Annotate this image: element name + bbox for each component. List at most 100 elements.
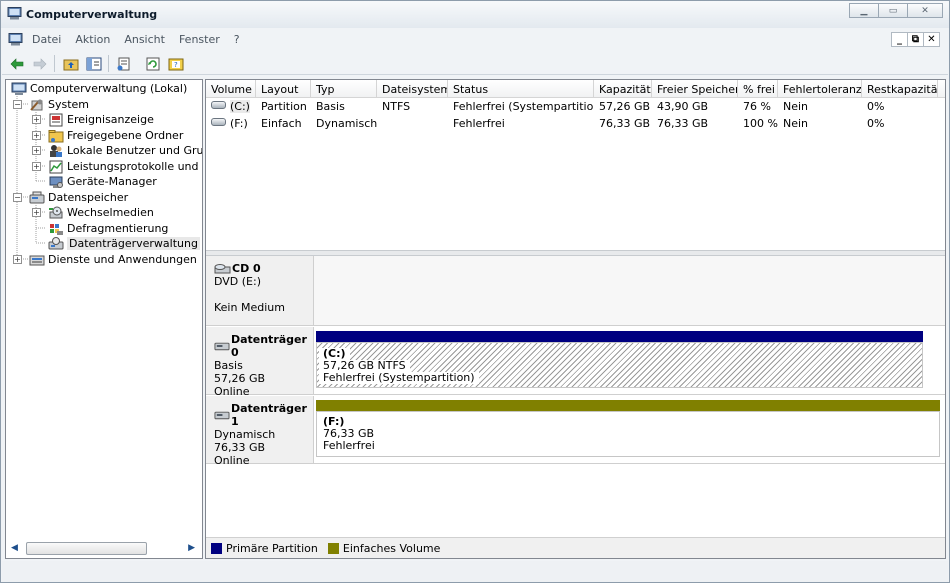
shared-folder-icon (48, 129, 64, 142)
volume-row[interactable]: (F:) Einfach Dynamisch Fehlerfrei 76,33 … (206, 115, 945, 131)
tree-item-label: Defragmentierung (67, 222, 169, 235)
fehlertoleranz-cell: Nein (783, 117, 809, 130)
window-title: Computerverwaltung (26, 8, 158, 21)
show-hide-tree-button[interactable] (85, 55, 103, 72)
partition-legend: Primäre Partition Einfaches Volume (206, 537, 945, 558)
refresh-icon (146, 57, 160, 70)
menu-fenster[interactable]: Fenster (179, 33, 220, 46)
close-icon: ✕ (927, 34, 936, 45)
document-computer-icon[interactable] (8, 33, 23, 46)
tree-item-root[interactable]: Computerverwaltung (Lokal) (11, 81, 187, 96)
status-bar (2, 561, 948, 582)
tree-item-wechselmedien[interactable]: Wechselmedien (48, 205, 154, 220)
menu-datei[interactable]: Datei (32, 33, 61, 46)
forward-arrow-icon (33, 57, 47, 70)
computer-management-icon (11, 82, 27, 95)
volume-name: (F:) (230, 117, 248, 130)
collapse-system-toggle[interactable]: − (13, 100, 22, 109)
column-header-volume[interactable]: Volume (206, 80, 256, 98)
storage-icon (29, 191, 45, 203)
column-header-typ[interactable]: Typ (311, 80, 377, 98)
menu-bar: Datei Aktion Ansicht Fenster ? _ ⧉ ✕ (2, 29, 948, 51)
restkapazitaet-cell: 0% (867, 117, 885, 130)
disk-row-cd0[interactable]: CD 0 DVD (E:) Kein Medium (206, 256, 945, 326)
up-level-button[interactable] (62, 55, 80, 72)
disk-row-disk0[interactable]: Datenträger 0 Basis 57,26 GB Online (C:)… (206, 327, 945, 398)
scroll-thumb[interactable] (26, 542, 147, 555)
tree-item-label: Computerverwaltung (Lokal) (30, 82, 188, 95)
app-window: Computerverwaltung ▁ ▭ ✕ Datei Aktion An… (0, 0, 950, 583)
disk-type: Dynamisch (214, 428, 276, 441)
tree-item-leistungsprotokolle[interactable]: Leistungsprotokolle und W (48, 159, 202, 174)
column-header-restkapazitaet[interactable]: Restkapazität (862, 80, 938, 98)
refresh-button[interactable] (144, 55, 162, 72)
help-button[interactable]: ? (167, 55, 185, 72)
tree-item-label: Datenträgerverwaltung (67, 237, 200, 250)
maximize-button[interactable]: ▭ (878, 3, 908, 18)
volume-row[interactable]: (C:) Partition Basis NTFS Fehlerfrei (Sy… (206, 98, 945, 114)
properties-icon (117, 57, 130, 70)
expand-leistung-toggle[interactable]: + (32, 162, 41, 171)
prozent-frei-cell: 100 % (743, 117, 778, 130)
tree-item-label: Leistungsprotokolle und W (67, 160, 202, 173)
column-header-layout[interactable]: Layout (256, 80, 311, 98)
tree-item-lokale-benutzer[interactable]: Lokale Benutzer und Grupp (48, 143, 202, 158)
tree-item-dienste[interactable]: Dienste und Anwendungen (29, 252, 197, 267)
collapse-datenspeicher-toggle[interactable]: − (13, 193, 22, 202)
disk-row-disk1[interactable]: Datenträger 1 Dynamisch 76,33 GB Online … (206, 396, 945, 467)
tree-item-datentraegerverwaltung[interactable]: Datenträgerverwaltung (48, 236, 200, 251)
child-minimize-button[interactable]: _ (891, 32, 908, 47)
disk-label-cd0[interactable]: CD 0 DVD (E:) Kein Medium (206, 256, 314, 325)
partition-c[interactable]: (C:) 57,26 GB NTFS Fehlerfrei (Systempar… (316, 342, 923, 388)
column-header-prozent-frei[interactable]: % frei (738, 80, 778, 98)
back-button[interactable] (8, 55, 26, 72)
partition-size: 76,33 GB (323, 427, 375, 440)
fehlertoleranz-cell: Nein (783, 100, 809, 113)
close-icon: ✕ (921, 5, 929, 16)
title-bar[interactable]: Computerverwaltung ▁ ▭ ✕ (1, 1, 949, 28)
disk-media-status: Kein Medium (214, 301, 285, 314)
tree-item-ereignisanzeige[interactable]: Ereignisanzeige (48, 112, 154, 127)
tree-item-datenspeicher[interactable]: Datenspeicher (29, 190, 128, 205)
disk-label-disk1[interactable]: Datenträger 1 Dynamisch 76,33 GB Online (206, 396, 314, 467)
child-restore-button[interactable]: ⧉ (907, 32, 924, 47)
disk-label-disk0[interactable]: Datenträger 0 Basis 57,26 GB Online (206, 327, 314, 398)
menu-ansicht[interactable]: Ansicht (124, 33, 165, 46)
tree-item-label: Datenspeicher (48, 191, 129, 204)
tree-item-system[interactable]: System (29, 97, 89, 112)
disk-region-disk1: (F:) 76,33 GB Fehlerfrei (314, 396, 945, 463)
tree-item-freigegebene-ordner[interactable]: Freigegebene Ordner (48, 128, 183, 143)
hard-disk-icon (214, 342, 230, 351)
partition-f[interactable]: (F:) 76,33 GB Fehlerfrei (316, 411, 940, 457)
menu-aktion[interactable]: Aktion (75, 33, 110, 46)
tree-item-defragmentierung[interactable]: Defragmentierung (48, 221, 168, 236)
graphical-disk-view: CD 0 DVD (E:) Kein Medium Datenträger 0 … (206, 256, 945, 538)
expand-wechselmedien-toggle[interactable]: + (32, 208, 41, 217)
menu-help[interactable]: ? (234, 33, 240, 46)
removable-storage-icon (49, 206, 63, 218)
forward-button[interactable] (31, 55, 49, 72)
column-header-dateisystem[interactable]: Dateisystem (377, 80, 448, 98)
expand-freigegebene-toggle[interactable]: + (32, 131, 41, 140)
minimize-button[interactable]: ▁ (849, 3, 879, 18)
column-header-freier-speicher[interactable]: Freier Speicher (652, 80, 738, 98)
tree-item-geraete-manager[interactable]: Geräte-Manager (48, 174, 157, 189)
tree-horizontal-scrollbar[interactable]: ◀ ▶ (6, 538, 202, 558)
expand-dienste-toggle[interactable]: + (13, 255, 22, 264)
column-header-status[interactable]: Status (448, 80, 594, 98)
properties-button[interactable] (115, 55, 133, 72)
disk-management-icon (48, 236, 64, 249)
column-header-kapazitaet[interactable]: Kapazität (594, 80, 652, 98)
services-applications-icon (29, 255, 45, 265)
expand-ereignisanzeige-toggle[interactable]: + (32, 115, 41, 124)
scroll-right-arrow-icon[interactable]: ▶ (188, 543, 195, 553)
disk-size: 57,26 GB (214, 372, 266, 385)
close-button[interactable]: ✕ (907, 3, 943, 18)
layout-cell: Einfach (261, 117, 302, 130)
disk-status: Online (214, 454, 250, 467)
expand-benutzer-toggle[interactable]: + (32, 146, 41, 155)
child-close-button[interactable]: ✕ (923, 32, 940, 47)
scroll-left-arrow-icon[interactable]: ◀ (11, 543, 18, 553)
column-header-fehlertoleranz[interactable]: Fehlertoleranz (778, 80, 862, 98)
disk-type: Basis (214, 359, 243, 372)
